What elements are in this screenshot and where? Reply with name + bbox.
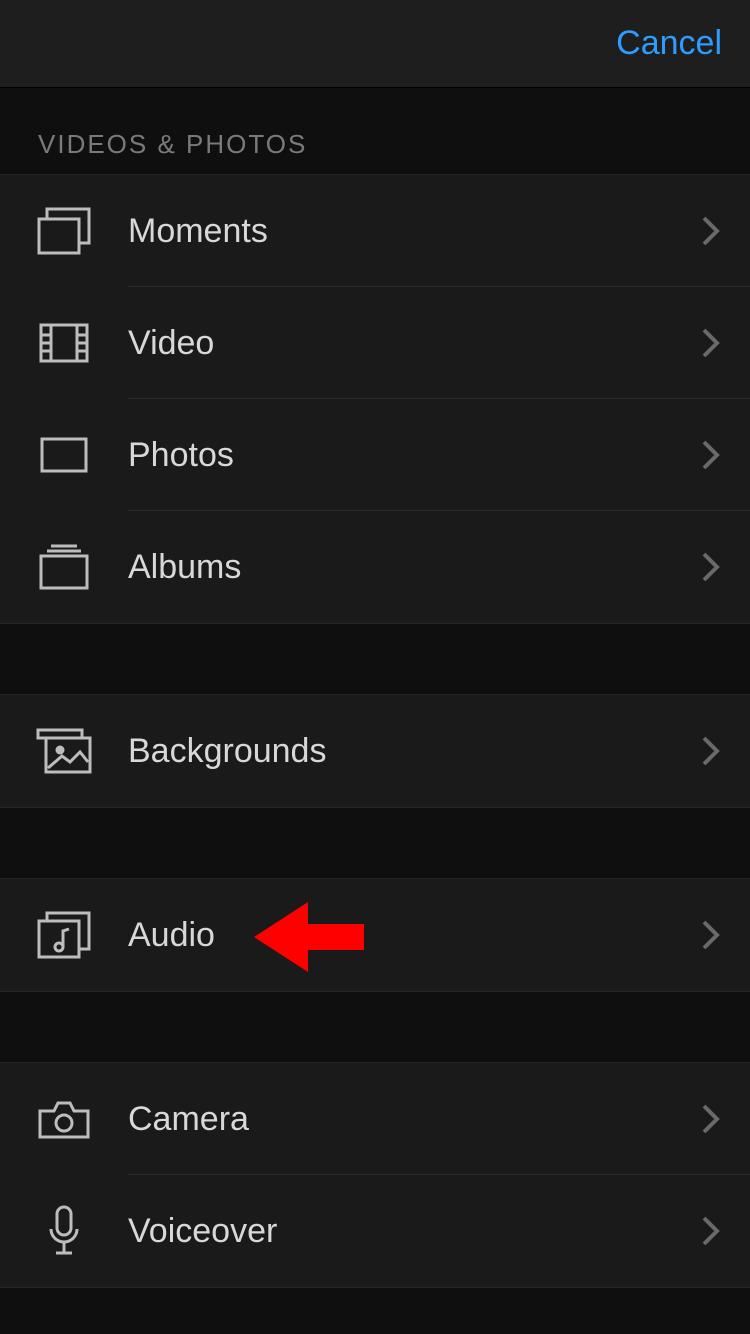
cancel-button[interactable]: Cancel xyxy=(616,24,722,63)
row-camera[interactable]: Camera xyxy=(0,1063,750,1175)
chevron-right-icon xyxy=(702,440,720,470)
section-gap xyxy=(0,991,750,1063)
photo-icon xyxy=(34,425,94,485)
row-albums[interactable]: Albums xyxy=(0,511,750,623)
camera-icon xyxy=(34,1089,94,1149)
row-backgrounds[interactable]: Backgrounds xyxy=(0,695,750,807)
row-label: Backgrounds xyxy=(128,732,702,771)
audio-icon xyxy=(34,905,94,965)
chevron-right-icon xyxy=(702,1104,720,1134)
chevron-right-icon xyxy=(702,328,720,358)
section-gap xyxy=(0,623,750,695)
chevron-right-icon xyxy=(702,552,720,582)
row-label: Video xyxy=(128,324,702,363)
row-label: Photos xyxy=(128,436,702,475)
moments-icon xyxy=(34,201,94,261)
section-header-videos-photos: VIDEOS & PHOTOS xyxy=(0,88,750,175)
row-photos[interactable]: Photos xyxy=(0,399,750,511)
row-label: Audio xyxy=(128,916,702,955)
row-label: Moments xyxy=(128,212,702,251)
chevron-right-icon xyxy=(702,736,720,766)
nav-bar: Cancel xyxy=(0,0,750,88)
chevron-right-icon xyxy=(702,216,720,246)
bottom-spacer xyxy=(0,1287,750,1307)
row-voiceover[interactable]: Voiceover xyxy=(0,1175,750,1287)
row-video[interactable]: Video xyxy=(0,287,750,399)
row-label: Albums xyxy=(128,548,702,587)
section-gap xyxy=(0,807,750,879)
row-moments[interactable]: Moments xyxy=(0,175,750,287)
filmstrip-icon xyxy=(34,313,94,373)
backgrounds-icon xyxy=(34,721,94,781)
albums-icon xyxy=(34,537,94,597)
media-picker-screen: Cancel VIDEOS & PHOTOS Moments xyxy=(0,0,750,1334)
row-audio[interactable]: Audio xyxy=(0,879,750,991)
chevron-right-icon xyxy=(702,1216,720,1246)
row-label: Voiceover xyxy=(128,1212,702,1251)
microphone-icon xyxy=(34,1201,94,1261)
row-label: Camera xyxy=(128,1100,702,1139)
chevron-right-icon xyxy=(702,920,720,950)
